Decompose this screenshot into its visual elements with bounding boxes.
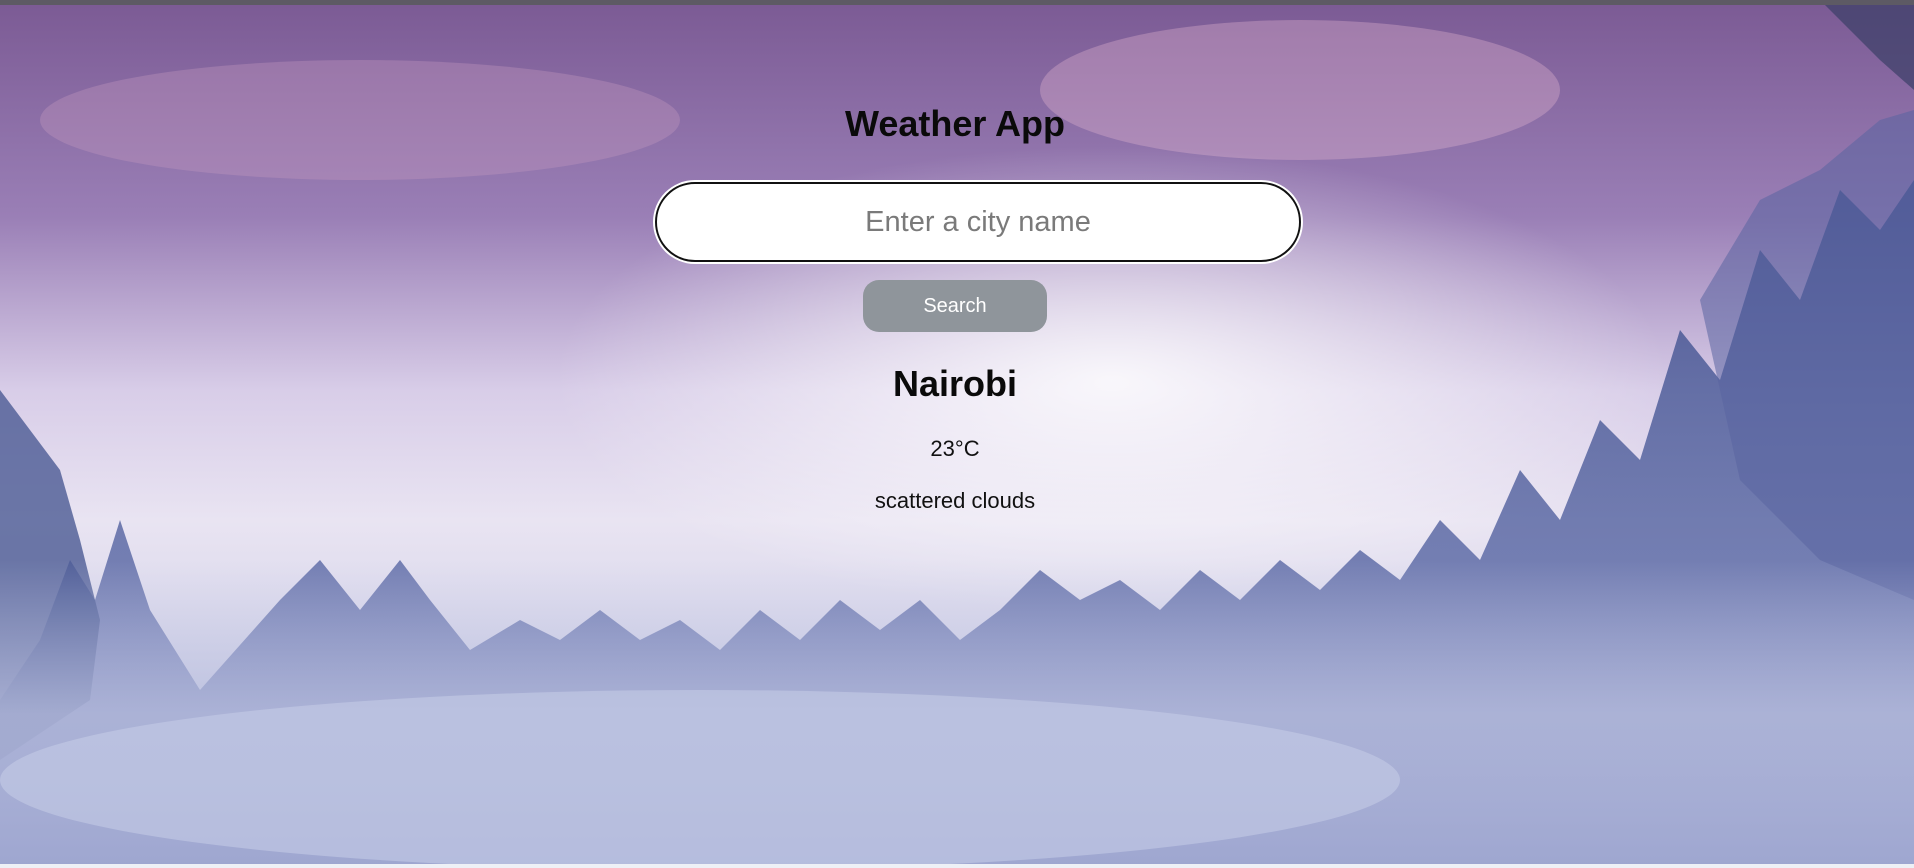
weather-app-page: Weather App Search Nairobi 23°C scattere… bbox=[0, 0, 1914, 868]
weather-description: scattered clouds bbox=[874, 488, 1036, 513]
app-title: Weather App bbox=[844, 103, 1066, 144]
city-name: Nairobi bbox=[892, 363, 1017, 404]
temperature-value: 23°C bbox=[930, 436, 980, 461]
top-border bbox=[0, 0, 1914, 5]
city-search-input[interactable] bbox=[655, 182, 1301, 262]
search-button[interactable]: Search bbox=[863, 280, 1047, 332]
bottom-border bbox=[0, 864, 1914, 868]
